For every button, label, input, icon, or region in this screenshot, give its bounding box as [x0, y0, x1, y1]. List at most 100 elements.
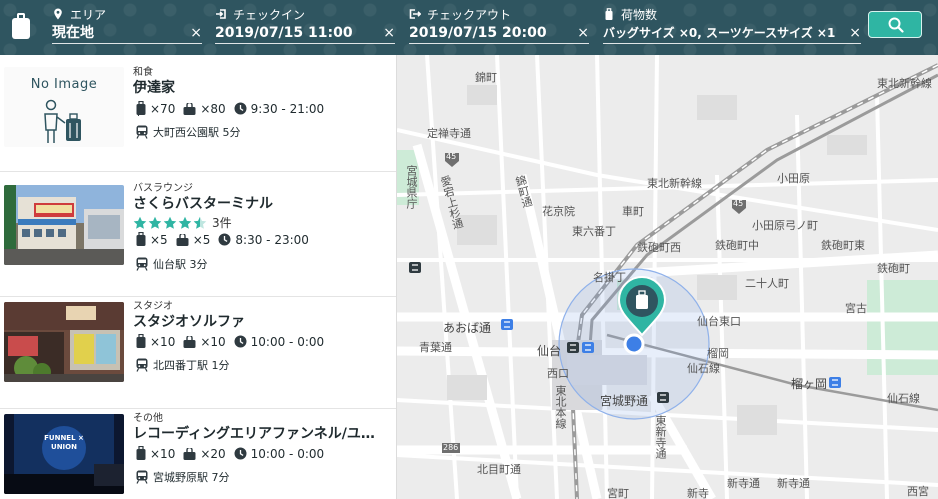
map-label: 西口	[547, 367, 569, 380]
listing-category: スタジオ	[133, 301, 173, 312]
listing-category: その他	[133, 413, 163, 424]
checkin-label: チェックイン	[233, 7, 306, 22]
map-label: 宮城県庁	[405, 165, 418, 209]
suitcase-icon	[136, 446, 146, 460]
map-label: 車町	[622, 205, 644, 218]
map-view[interactable]: 錦町 定禅寺通 宮城県庁 愛宕上杉通 錦町通 花京院 東六番丁 車町 鉄砲町西 …	[397, 55, 938, 499]
opening-hours: 10:00 - 0:00	[250, 334, 325, 349]
listing-card-recording-area-funnel[interactable]: FUNNEL × UNION その他 レコーディングエリアファンネル/ユ… ×1…	[0, 409, 396, 499]
checkin-input[interactable]: 2019/07/15 11:00	[215, 24, 395, 44]
capacity-row: ×10 ×10 10:00 - 0:00	[136, 334, 332, 349]
nearest-station: 北四番丁駅 1分	[153, 359, 230, 372]
bag-icon	[183, 335, 196, 348]
map-label: 東新寺通	[654, 415, 667, 459]
listing-name[interactable]: レコーディングエリアファンネル/ユ…	[133, 423, 383, 443]
suitcase-capacity: ×70	[150, 101, 176, 116]
map-label: 鉄砲町東	[821, 239, 865, 252]
checkout-clear-button[interactable]: ×	[577, 25, 589, 41]
luggage-clear-button[interactable]: ×	[849, 25, 861, 41]
clock-icon	[234, 335, 247, 348]
bag-capacity: ×80	[200, 101, 226, 116]
star-full-icon	[148, 216, 162, 229]
map-label: 宮古	[845, 302, 867, 315]
map-label: 榴ヶ岡	[791, 377, 828, 391]
bag-icon	[176, 233, 189, 246]
bag-icon	[183, 102, 196, 115]
map-label: 西宮	[907, 485, 929, 498]
listing-photo	[4, 302, 124, 382]
logout-arrow-icon	[409, 9, 421, 19]
map-label: 仙石線	[887, 392, 920, 405]
clock-icon	[234, 447, 247, 460]
search-button[interactable]	[868, 11, 922, 38]
map-label: 錦町	[475, 71, 497, 84]
train-icon	[136, 125, 148, 139]
map-label: 名掛丁	[593, 271, 626, 284]
capacity-row: ×5 ×5 8:30 - 23:00	[136, 232, 317, 247]
listing-card-date[interactable]: No Image 和食 伊達家 ×70 ×80 9:30 - 21:00 大町西…	[0, 55, 396, 172]
opening-hours: 10:00 - 0:00	[250, 446, 325, 461]
map-label: 青葉通	[419, 341, 452, 354]
checkout-input[interactable]: 2019/07/15 20:00	[409, 24, 589, 44]
map-label: 仙石線	[687, 362, 720, 375]
listing-panel: No Image 和食 伊達家 ×70 ×80 9:30 - 21:00 大町西…	[0, 55, 397, 499]
train-icon	[136, 257, 148, 271]
location-pin-icon	[54, 8, 62, 20]
listing-photo	[4, 185, 124, 265]
checkin-field[interactable]: チェックイン 2019/07/15 11:00 ×	[215, 6, 395, 46]
star-half-icon	[193, 216, 207, 229]
station-row: 北四番丁駅 1分	[136, 357, 230, 373]
map-label: 鉄砲町西	[637, 241, 681, 254]
station-row: 宮城野原駅 7分	[136, 469, 230, 485]
funnel-union-sign: FUNNEL × UNION	[44, 434, 84, 451]
map-label: 二十人町	[745, 277, 789, 290]
map-label: 小田原弓ノ町	[752, 219, 818, 232]
checkout-field[interactable]: チェックアウト 2019/07/15 20:00 ×	[409, 6, 589, 46]
listing-category: 和食	[133, 67, 153, 78]
map-label: 鉄砲町	[877, 262, 910, 275]
map-label: 小田原	[777, 172, 810, 185]
listing-card-studio-solfa[interactable]: スタジオ スタジオソルファ ×10 ×10 10:00 - 0:00 北四番丁駅…	[0, 297, 396, 409]
listing-name[interactable]: スタジオソルファ	[133, 311, 383, 331]
listing-card-sakura-bus-terminal[interactable]: バスラウンジ さくらバスターミナル 3件 ×5 ×5 8:30 - 23:00 …	[0, 169, 396, 297]
listing-category: バスラウンジ	[133, 183, 193, 194]
no-image-placeholder: No Image	[4, 67, 124, 147]
map-label: 鉄砲町中	[715, 239, 759, 252]
area-clear-button[interactable]: ×	[190, 25, 202, 41]
area-field[interactable]: エリア 現在地 ×	[52, 6, 202, 46]
suitcase-icon	[136, 232, 146, 246]
review-count: 3件	[212, 216, 232, 230]
listing-photo: FUNNEL × UNION	[4, 414, 124, 494]
search-header: エリア 現在地 × チェックイン 2019/07/15 11:00 × チェック…	[0, 0, 938, 55]
map-label: あおば通	[443, 321, 492, 335]
opening-hours: 8:30 - 23:00	[235, 232, 309, 247]
checkin-clear-button[interactable]: ×	[383, 25, 395, 41]
star-full-icon	[178, 216, 192, 229]
map-label: 東北新幹線	[877, 77, 932, 90]
train-icon	[136, 358, 148, 372]
bag-icon	[183, 447, 196, 460]
capacity-row: ×10 ×20 10:00 - 0:00	[136, 446, 332, 461]
map-label: 北目町通	[477, 463, 521, 476]
suitcase-icon	[605, 8, 613, 20]
suitcase-capacity: ×5	[150, 232, 168, 247]
luggage-label: 荷物数	[621, 7, 658, 22]
map-label: 宮町	[607, 487, 629, 499]
star-full-icon	[163, 216, 177, 229]
map-label: 仙台	[537, 344, 562, 358]
luggage-field[interactable]: 荷物数 バッグサイズ ×0, スーツケースサイズ ×1 ×	[603, 6, 861, 46]
listing-name[interactable]: 伊達家	[133, 77, 383, 97]
bag-capacity: ×5	[192, 232, 211, 247]
map-label: 東北本線	[554, 385, 567, 429]
area-input[interactable]: 現在地	[52, 24, 202, 44]
checkout-label: チェックアウト	[427, 7, 512, 22]
current-location-dot	[623, 333, 645, 355]
luggage-input[interactable]: バッグサイズ ×0, スーツケースサイズ ×1	[603, 24, 861, 44]
listing-name[interactable]: さくらバスターミナル	[133, 193, 383, 213]
map-label: 新寺通	[777, 477, 810, 490]
suitcase-icon	[136, 334, 146, 348]
suitcase-capacity: ×10	[150, 446, 176, 461]
map-label: 定禅寺通	[427, 127, 471, 140]
luggage-logo-icon[interactable]	[12, 13, 30, 39]
train-icon	[136, 470, 148, 484]
